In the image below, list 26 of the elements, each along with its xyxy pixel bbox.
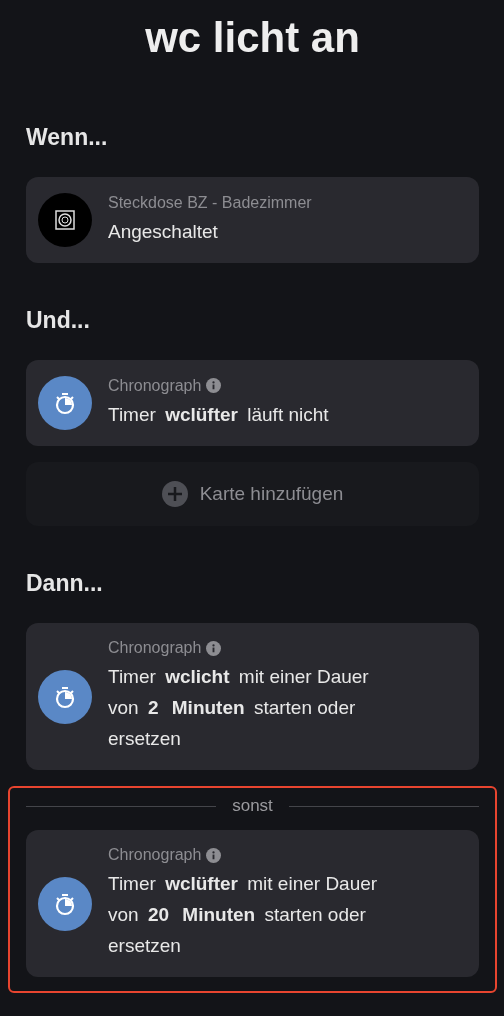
card-title: Steckdose BZ - Badezimmer [108, 193, 312, 212]
card-description: Timer wclicht mit einer Dauer von 2 Minuten starten oder ersetzen [108, 665, 370, 751]
info-icon[interactable] [206, 847, 222, 863]
stopwatch-icon [38, 669, 92, 724]
section-heading: Wenn... [26, 124, 108, 151]
section-heading: Und... [26, 307, 90, 334]
stopwatch-icon [38, 376, 92, 430]
device-card[interactable]: Steckdose BZ - Badezimmer Angeschaltet [26, 177, 479, 263]
info-icon[interactable] [206, 378, 222, 393]
card-title: Chronograph [108, 376, 202, 395]
card-title: Chronograph [108, 846, 202, 864]
card-title: Chronograph [108, 639, 202, 657]
else-label: sonst [232, 796, 273, 816]
stopwatch-icon [38, 876, 92, 931]
timer-card[interactable]: Chronograph Timer wclüfter mit einer Dauer von 20 Minuten starten oder ersetzen [26, 830, 479, 977]
section-heading: Dann... [26, 570, 103, 597]
card-description: Timer wclüfter läuft nicht [108, 402, 329, 427]
add-card-button[interactable]: Karte hinzufügen [26, 462, 479, 526]
timer-card[interactable]: Chronograph Timer wclicht mit einer Dauer von 2 Minuten starten oder ersetzen [26, 623, 479, 770]
plus-icon [161, 481, 188, 507]
timer-card[interactable]: Chronograph Timer wclüfter läuft nicht [26, 360, 479, 446]
socket-icon [38, 193, 92, 247]
card-description: Timer wclüfter mit einer Dauer von 20 Minuten starten oder ersetzen [108, 872, 379, 958]
card-description: Angeschaltet [108, 219, 219, 244]
page-title: wc licht an [144, 14, 361, 62]
info-icon[interactable] [206, 640, 222, 656]
